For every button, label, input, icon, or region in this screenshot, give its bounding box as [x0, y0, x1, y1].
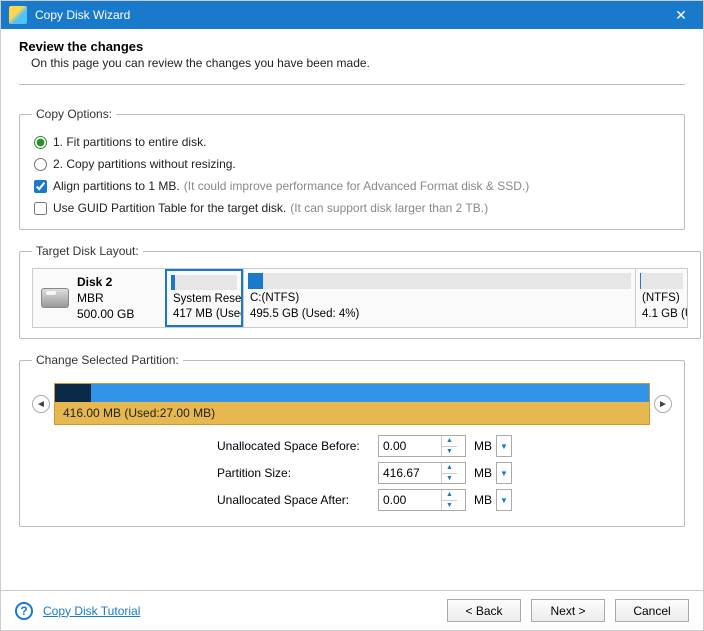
partition-detail: 495.5 GB (Used: 4%) [250, 307, 629, 323]
spinner-unalloc-after[interactable]: ▲▼ [441, 490, 457, 510]
option-gpt-label: Use GUID Partition Table for the target … [53, 201, 286, 215]
disk-icon [41, 288, 69, 308]
unit-dropdown[interactable]: ▼ [496, 435, 512, 457]
partition-bar [640, 273, 683, 289]
partition-bar [248, 273, 631, 289]
option-no-resize[interactable]: 2. Copy partitions without resizing. [32, 153, 672, 175]
option-fit-partitions[interactable]: 1. Fit partitions to entire disk. [32, 131, 672, 153]
spin-up-icon[interactable]: ▲ [442, 463, 457, 474]
tutorial-link[interactable]: Copy Disk Tutorial [43, 604, 140, 618]
partition-text: System Reserved 417 MB (Used: 6%) [167, 292, 241, 325]
size-form: Unallocated Space Before: ▲▼ MB ▼ Partit… [32, 435, 672, 511]
row-unalloc-before: Unallocated Space Before: ▲▼ MB ▼ [32, 435, 672, 457]
partition-label: System Reserved [173, 292, 235, 308]
partition-editor-row: ◄ 416.00 MB (Used:27.00 MB) ► [32, 383, 672, 425]
close-icon[interactable]: ✕ [667, 1, 695, 29]
cancel-button[interactable]: Cancel [615, 599, 689, 622]
radio-fit[interactable] [34, 136, 47, 149]
wizard-body: Copy Options: 1. Fit partitions to entir… [1, 93, 703, 590]
option-gpt-hint: (It can support disk larger than 2 TB.) [290, 201, 488, 215]
spin-down-icon[interactable]: ▼ [442, 447, 457, 457]
partition-text: C:(NTFS) 495.5 GB (Used: 4%) [244, 291, 635, 326]
disk-type: MBR [77, 290, 134, 306]
unit-unalloc-before: MB [474, 439, 492, 453]
partition-label: C:(NTFS) [250, 291, 629, 307]
row-unalloc-after: Unallocated Space After: ▲▼ MB ▼ [32, 489, 672, 511]
spinner-partition-size[interactable]: ▲▼ [441, 463, 457, 483]
copy-options-group: Copy Options: 1. Fit partitions to entir… [19, 107, 685, 230]
titlebar: Copy Disk Wizard ✕ [1, 1, 703, 29]
wizard-footer: ? Copy Disk Tutorial < Back Next > Cance… [1, 590, 703, 630]
partition-editor-bar[interactable] [55, 384, 649, 402]
disk-text: Disk 2 MBR 500.00 GB [77, 274, 134, 323]
spin-down-icon[interactable]: ▼ [442, 501, 457, 511]
spinner-unalloc-before[interactable]: ▲▼ [441, 436, 457, 456]
page-header: Review the changes On this page you can … [1, 29, 703, 84]
spin-up-icon[interactable]: ▲ [442, 436, 457, 447]
change-partition-legend: Change Selected Partition: [32, 353, 183, 367]
value-unalloc-after[interactable] [379, 490, 441, 510]
prev-partition-button[interactable]: ◄ [32, 395, 50, 413]
page-title: Review the changes [19, 39, 685, 54]
partition-editor[interactable]: 416.00 MB (Used:27.00 MB) [54, 383, 650, 425]
unit-dropdown[interactable]: ▼ [496, 462, 512, 484]
checkbox-align[interactable] [34, 180, 47, 193]
partition-label: (NTFS) [642, 291, 681, 307]
unit-dropdown[interactable]: ▼ [496, 489, 512, 511]
input-unalloc-after[interactable]: ▲▼ [378, 489, 466, 511]
target-layout-legend: Target Disk Layout: [32, 244, 143, 258]
option-gpt[interactable]: Use GUID Partition Table for the target … [32, 197, 672, 219]
divider [19, 84, 685, 85]
change-partition-group: Change Selected Partition: ◄ 416.00 MB (… [19, 353, 685, 527]
help-icon[interactable]: ? [15, 602, 33, 620]
disk-info: Disk 2 MBR 500.00 GB [33, 269, 165, 327]
partition-detail: 4.1 GB (Used: 0%) [642, 307, 681, 323]
partition-c[interactable]: C:(NTFS) 495.5 GB (Used: 4%) [243, 269, 635, 327]
input-partition-size[interactable]: ▲▼ [378, 462, 466, 484]
option-align-hint: (It could improve performance for Advanc… [184, 179, 529, 193]
spin-down-icon[interactable]: ▼ [442, 474, 457, 484]
unit-partition-size: MB [474, 466, 492, 480]
label-partition-size: Partition Size: [32, 466, 372, 480]
radio-no-resize[interactable] [34, 158, 47, 171]
partition-detail: 417 MB (Used: 6%) [173, 307, 235, 323]
next-button[interactable]: Next > [531, 599, 605, 622]
app-icon [9, 6, 27, 24]
option-align-label: Align partitions to 1 MB. [53, 179, 180, 193]
partition-bar [171, 275, 237, 290]
back-button[interactable]: < Back [447, 599, 521, 622]
page-subtitle: On this page you can review the changes … [31, 56, 685, 70]
next-partition-button[interactable]: ► [654, 395, 672, 413]
value-unalloc-before[interactable] [379, 436, 441, 456]
input-unalloc-before[interactable]: ▲▼ [378, 435, 466, 457]
label-unalloc-before: Unallocated Space Before: [32, 439, 372, 453]
window-title: Copy Disk Wizard [35, 8, 667, 22]
unit-unalloc-after: MB [474, 493, 492, 507]
partition-editor-label: 416.00 MB (Used:27.00 MB) [55, 402, 649, 424]
wizard-window: Copy Disk Wizard ✕ Review the changes On… [0, 0, 704, 631]
disk-name: Disk 2 [77, 274, 134, 290]
partition-system-reserved[interactable]: System Reserved 417 MB (Used: 6%) [165, 269, 243, 327]
spin-up-icon[interactable]: ▲ [442, 490, 457, 501]
checkbox-gpt[interactable] [34, 202, 47, 215]
partition-ntfs[interactable]: (NTFS) 4.1 GB (Used: 0%) [635, 269, 687, 327]
option-no-resize-label: 2. Copy partitions without resizing. [53, 157, 236, 171]
row-partition-size: Partition Size: ▲▼ MB ▼ [32, 462, 672, 484]
copy-options-legend: Copy Options: [32, 107, 116, 121]
disk-layout: Disk 2 MBR 500.00 GB System Reserved 417… [32, 268, 688, 328]
label-unalloc-after: Unallocated Space After: [32, 493, 372, 507]
option-fit-label: 1. Fit partitions to entire disk. [53, 135, 206, 149]
option-align[interactable]: Align partitions to 1 MB. (It could impr… [32, 175, 672, 197]
partition-text: (NTFS) 4.1 GB (Used: 0%) [636, 291, 687, 326]
value-partition-size[interactable] [379, 463, 441, 483]
target-layout-group: Target Disk Layout: Disk 2 MBR 500.00 GB… [19, 244, 701, 339]
disk-size: 500.00 GB [77, 306, 134, 322]
